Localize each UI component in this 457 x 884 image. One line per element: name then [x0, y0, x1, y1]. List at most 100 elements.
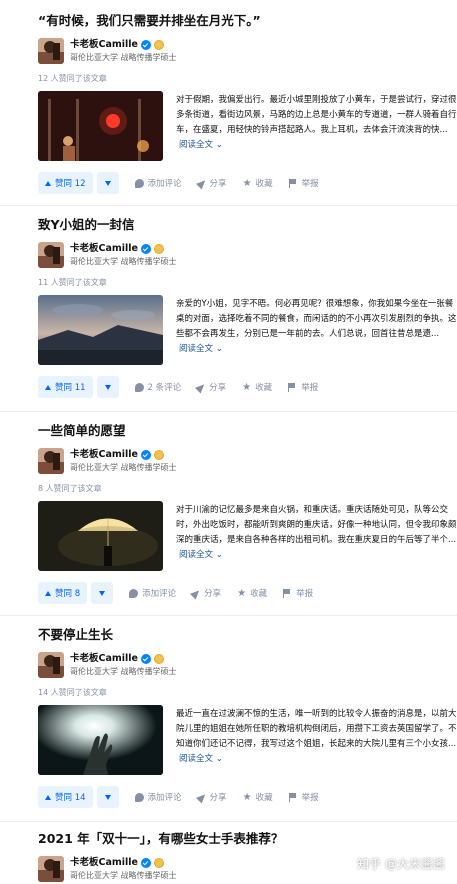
- author-row: 卡老板Camille 哥伦比亚大学 战略传播学硕士: [38, 448, 457, 474]
- comment-button[interactable]: 2 条评论: [134, 381, 181, 393]
- vote-count: 12 人赞同了该文章: [38, 74, 107, 83]
- article-excerpt[interactable]: 对于川渝的记忆最多是来自火锅，和重庆话。重庆话随处可见，队等公交时，外出吃饭时，…: [176, 501, 457, 571]
- triangle-up-icon: [45, 590, 51, 596]
- read-more-link[interactable]: 阅读全文 ⌄: [179, 140, 223, 150]
- vote-up-button[interactable]: 赞同 14: [38, 786, 93, 808]
- article-title[interactable]: 不要停止生长: [38, 626, 457, 644]
- article-card: 一些简单的愿望 卡老板Camille 哥伦比亚大学 战略传播学硕士 8 人赞同了…: [0, 412, 457, 616]
- favorite-button[interactable]: ★ 收藏: [243, 791, 273, 803]
- author-row: 卡老板Camille 哥伦比亚大学 战略传播学硕士: [38, 652, 457, 678]
- favorite-button[interactable]: ★ 收藏: [237, 587, 267, 599]
- report-button[interactable]: 举报: [288, 177, 319, 189]
- article-thumbnail[interactable]: [38, 501, 163, 571]
- action-bar: 赞同 11 2 条评论 分享 ★ 收藏 举报: [38, 376, 457, 398]
- article-thumbnail[interactable]: [38, 295, 163, 365]
- avatar[interactable]: [38, 448, 64, 474]
- author-bio: 哥伦比亚大学 战略传播学硕士: [70, 52, 177, 62]
- author-row: 卡老板Camille 哥伦比亚大学 战略传播学硕士: [38, 242, 457, 268]
- article-thumbnail[interactable]: [38, 91, 163, 161]
- vote-down-button[interactable]: [96, 172, 119, 194]
- vote-up-button[interactable]: 赞同 12: [38, 172, 93, 194]
- author-bio: 哥伦比亚大学 战略传播学硕士: [70, 462, 177, 472]
- triangle-down-icon: [104, 180, 111, 186]
- verified-icon: [141, 653, 151, 664]
- read-more-link[interactable]: 阅读全文 ⌄: [179, 344, 223, 354]
- author-name[interactable]: 卡老板Camille: [70, 243, 138, 255]
- share-button[interactable]: 分享: [195, 790, 227, 804]
- triangle-up-icon: [45, 794, 51, 800]
- article-card: 不要停止生长 卡老板Camille 哥伦比亚大学 战略传播学硕士 14 人赞同了…: [0, 616, 457, 822]
- flag-icon: [283, 588, 292, 598]
- star-icon: ★: [242, 381, 252, 393]
- share-icon: [195, 380, 208, 394]
- article-feed: “有时候，我们只需要并排坐在月光下。” 卡老板Camille 哥伦比亚大学 战略…: [0, 0, 457, 884]
- avatar[interactable]: [38, 652, 64, 678]
- comment-button[interactable]: 添加评论: [129, 587, 176, 599]
- triangle-down-icon: [99, 590, 106, 596]
- favorite-button[interactable]: ★ 收藏: [242, 381, 272, 393]
- author-name[interactable]: 卡老板Camille: [70, 39, 138, 51]
- article-excerpt[interactable]: 亲爱的Y小姐，见字不晤。何必再见呢？很难想象，你我如果今坐在一张餐桌的对面，选择…: [176, 295, 457, 365]
- vote-count: 14 人赞同了该文章: [38, 688, 107, 697]
- avatar[interactable]: [38, 242, 64, 268]
- author-name[interactable]: 卡老板Camille: [70, 857, 138, 869]
- avatar[interactable]: [38, 38, 64, 64]
- article-title[interactable]: 一些简单的愿望: [38, 422, 457, 440]
- verified-icon: [141, 857, 151, 868]
- comment-button[interactable]: 添加评论: [134, 177, 182, 189]
- action-bar: 赞同 8 添加评论 分享 ★ 收藏 举报: [38, 582, 457, 604]
- triangle-up-icon: [45, 384, 51, 390]
- article-title[interactable]: 致Y小姐的一封信: [38, 216, 457, 234]
- article-card: 致Y小姐的一封信 卡老板Camille 哥伦比亚大学 战略传播学硕士 11 人赞…: [0, 206, 457, 412]
- vote-down-button[interactable]: [96, 376, 119, 398]
- avatar[interactable]: [38, 856, 64, 882]
- vote-up-button[interactable]: 赞同 11: [38, 376, 93, 398]
- verified-icon: [141, 39, 151, 50]
- report-button[interactable]: 举报: [288, 381, 318, 393]
- article-excerpt[interactable]: 最近一直在过波澜不惊的生活，唯一听到的比较令人振奋的消息是，以前大院儿里的姐姐在…: [176, 705, 457, 775]
- article-title[interactable]: 2021 年「双十一」，有哪些女士手表推荐？: [38, 830, 457, 848]
- triangle-down-icon: [104, 384, 111, 390]
- vote-count: 8 人赞同了该文章: [38, 484, 102, 493]
- favorite-button[interactable]: ★ 收藏: [243, 177, 273, 189]
- author-bio: 哥伦比亚大学 战略传播学硕士: [70, 870, 177, 880]
- comment-button[interactable]: 添加评论: [134, 791, 182, 803]
- article-excerpt[interactable]: 对于假期，我偏爱出行。最近小城里刚投放了小黄车，于是尝试行，穿过很多条街道，看街…: [176, 91, 457, 161]
- comment-icon: [134, 382, 144, 392]
- medal-icon: [154, 39, 164, 50]
- article-card: “有时候，我们只需要并排坐在月光下。” 卡老板Camille 哥伦比亚大学 战略…: [0, 0, 457, 206]
- medal-icon: [154, 243, 164, 254]
- author-row: 卡老板Camille 哥伦比亚大学 战略传播学硕士: [38, 38, 457, 64]
- vote-up-button[interactable]: 赞同 8: [38, 582, 88, 604]
- triangle-down-icon: [104, 794, 111, 800]
- share-icon: [195, 790, 208, 804]
- action-bar: 赞同 12 添加评论 分享 ★ 收藏 举报: [38, 172, 457, 194]
- share-button[interactable]: 分享: [195, 176, 227, 190]
- medal-icon: [154, 449, 164, 460]
- report-button[interactable]: 举报: [288, 791, 319, 803]
- report-button[interactable]: 举报: [283, 587, 313, 599]
- article-title[interactable]: “有时候，我们只需要并排坐在月光下。”: [38, 12, 457, 30]
- read-more-link[interactable]: 阅读全文 ⌄: [179, 550, 223, 560]
- medal-icon: [154, 857, 164, 868]
- share-icon: [195, 176, 208, 190]
- flag-icon: [288, 178, 298, 188]
- star-icon: ★: [237, 587, 247, 599]
- article-thumbnail[interactable]: [38, 705, 163, 775]
- vote-down-button[interactable]: [91, 582, 114, 604]
- article-card: 2021 年「双十一」，有哪些女士手表推荐？ 卡老板Camille 哥伦比亚大学…: [0, 822, 457, 884]
- verified-icon: [141, 449, 151, 460]
- comment-icon: [134, 178, 144, 188]
- author-name[interactable]: 卡老板Camille: [70, 449, 138, 461]
- author-name[interactable]: 卡老板Camille: [70, 653, 138, 665]
- comment-icon: [134, 792, 144, 802]
- author-bio: 哥伦比亚大学 战略传播学硕士: [70, 256, 177, 266]
- star-icon: ★: [242, 177, 252, 189]
- action-bar: 赞同 14 添加评论 分享 ★ 收藏 举报: [38, 786, 457, 808]
- share-button[interactable]: 分享: [190, 586, 221, 600]
- share-button[interactable]: 分享: [195, 380, 226, 394]
- vote-down-button[interactable]: [96, 786, 119, 808]
- share-icon: [190, 586, 203, 600]
- medal-icon: [154, 653, 164, 664]
- read-more-link[interactable]: 阅读全文 ⌄: [179, 754, 223, 764]
